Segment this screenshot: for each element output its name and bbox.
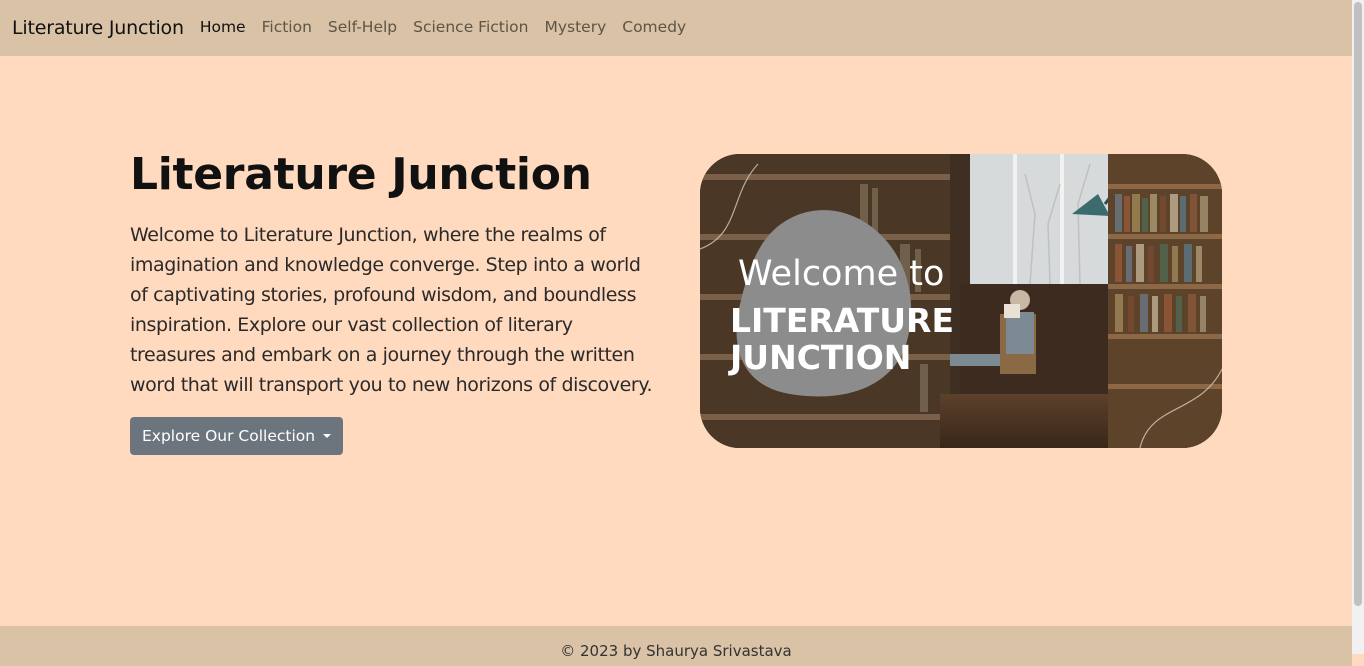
hero-description: Welcome to Literature Junction, where th… [130, 224, 653, 396]
nav-link-comedy[interactable]: Comedy [622, 18, 686, 36]
image-title-text: LITERATURE JUNCTION [730, 302, 954, 376]
explore-collection-dropdown-button[interactable]: Explore Our Collection [130, 417, 344, 455]
hero-title: Literature Junction [130, 149, 592, 200]
vertical-scrollbar[interactable] [1352, 0, 1364, 654]
image-welcome-text: Welcome to [738, 254, 945, 294]
footer-copyright: © 2023 by Shaurya Srivastava [560, 642, 792, 660]
nav-links: Home Fiction Self-Help Science Fiction M… [200, 18, 702, 36]
caret-down-icon [323, 434, 332, 438]
footer: © 2023 by Shaurya Srivastava [0, 626, 1352, 666]
nav-link-home[interactable]: Home [200, 18, 246, 36]
brand-link[interactable]: Literature Junction [12, 17, 184, 39]
explore-collection-label: Explore Our Collection [142, 427, 316, 445]
nav-link-fiction[interactable]: Fiction [262, 18, 312, 36]
navbar: Literature Junction Home Fiction Self-He… [0, 0, 1352, 56]
hero-image: Welcome to LITERATURE JUNCTION [700, 154, 1222, 448]
nav-link-science-fiction[interactable]: Science Fiction [413, 18, 528, 36]
scrollbar-thumb[interactable] [1354, 2, 1362, 606]
nav-link-self-help[interactable]: Self-Help [328, 18, 397, 36]
image-title-line-2: JUNCTION [730, 338, 912, 377]
hero-section: Literature Junction Welcome to Literatur… [130, 146, 660, 455]
image-title-line-1: LITERATURE [730, 301, 955, 340]
nav-link-mystery[interactable]: Mystery [544, 18, 606, 36]
